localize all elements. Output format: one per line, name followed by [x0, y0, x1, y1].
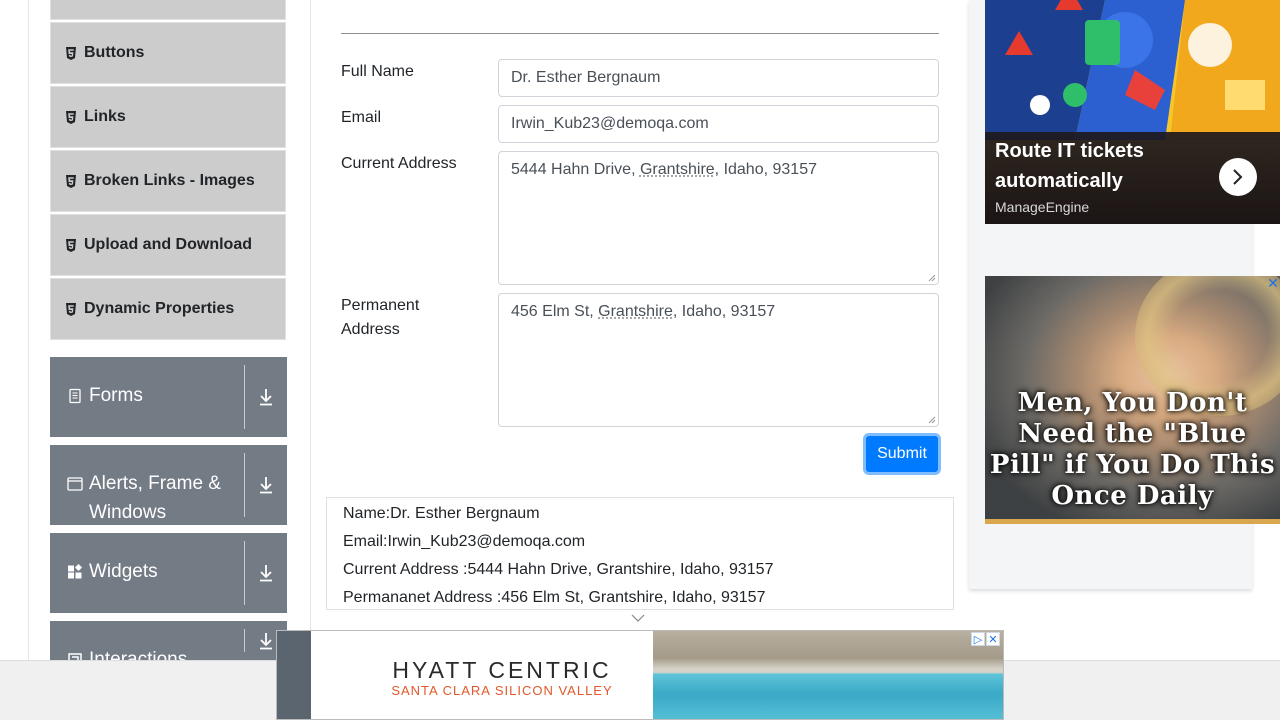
- output-current-address: Current Address :5444 Hahn Drive, Grants…: [343, 561, 774, 578]
- email-value: Irwin_Kub23@demoqa.com: [511, 115, 709, 132]
- download-arrow-icon: [260, 389, 272, 406]
- divider: [341, 33, 939, 34]
- full-name-value: Dr. Esther Bergnaum: [511, 69, 661, 86]
- chevron-right-icon: [1233, 169, 1243, 185]
- pool-photo: [653, 631, 1003, 719]
- interactions-icon: [68, 653, 82, 660]
- sidebar-item-buttons[interactable]: Buttons: [50, 22, 286, 84]
- email-input[interactable]: Irwin_Kub23@demoqa.com: [498, 105, 939, 143]
- sidebar-group-label: Forms: [89, 385, 143, 406]
- html5-icon: [66, 174, 76, 188]
- expand-button[interactable]: [245, 445, 287, 525]
- full-name-input[interactable]: Dr. Esther Bergnaum: [498, 59, 939, 97]
- html5-icon: [66, 46, 76, 60]
- submit-button[interactable]: Submit: [863, 433, 941, 475]
- sidebar-item-label: Links: [84, 108, 126, 125]
- sidebar-item-partial[interactable]: [50, 0, 286, 20]
- sidebar-item-label: Upload and Download: [84, 236, 252, 253]
- ad-headline: Route IT tickets automatically: [995, 140, 1144, 192]
- widgets-icon: [68, 564, 83, 579]
- output-box: Name:Dr. Esther Bergnaum Email:Irwin_Kub…: [326, 497, 954, 610]
- window-icon: [67, 477, 83, 491]
- email-label: Email: [341, 109, 382, 126]
- close-icon[interactable]: ✕: [1266, 276, 1280, 290]
- sidebar-group-label: Interactions: [89, 649, 188, 660]
- sidebar-item-broken-links[interactable]: Broken Links - Images: [50, 150, 286, 212]
- output-permanent-address: Permananet Address :456 Elm St, Grantshi…: [343, 589, 766, 606]
- close-icon[interactable]: ✕: [986, 632, 1000, 646]
- sidebar-item-upload-download[interactable]: Upload and Download: [50, 214, 286, 276]
- expand-button[interactable]: [245, 357, 287, 437]
- output-name: Name:Dr. Esther Bergnaum: [343, 505, 540, 522]
- expand-button[interactable]: [245, 533, 287, 613]
- sidebar-group-widgets[interactable]: Widgets: [50, 533, 287, 613]
- ad-bottom-bar: [985, 519, 1280, 524]
- download-arrow-icon: [260, 565, 272, 582]
- output-email: Email:Irwin_Kub23@demoqa.com: [343, 533, 586, 550]
- ad-brand: ManageEngine: [995, 199, 1090, 215]
- html5-icon: [66, 238, 76, 252]
- permanent-address-label: Permanent Address: [341, 297, 420, 338]
- permanent-address-value: 456 Elm St, Grantshire, Idaho, 93157: [511, 303, 776, 320]
- current-address-value: 5444 Hahn Drive, Grantshire, Idaho, 9315…: [511, 161, 817, 178]
- sidebar-group-label: Widgets: [89, 561, 158, 582]
- ad-text: Men, You Don't Need the "Blue Pill" if Y…: [989, 388, 1276, 511]
- download-arrow-icon: [260, 632, 272, 649]
- sidebar-item-dynamic-properties[interactable]: Dynamic Properties: [50, 278, 286, 340]
- sidebar-group-label: Alerts, Frame & Windows: [89, 473, 221, 523]
- permanent-address-textarea[interactable]: 456 Elm St, Grantshire, Idaho, 93157: [498, 293, 939, 427]
- content-border: [310, 0, 311, 660]
- manageengine-ad[interactable]: Route IT tickets automatically ManageEng…: [985, 0, 1280, 224]
- sidebar-group-interactions[interactable]: Interactions: [50, 621, 287, 660]
- stamp-edge: [277, 631, 311, 719]
- sidebar-item-label: Dynamic Properties: [84, 300, 235, 317]
- pill-ad[interactable]: Men, You Don't Need the "Blue Pill" if Y…: [985, 276, 1280, 524]
- resize-handle-icon[interactable]: [928, 416, 936, 424]
- current-address-label: Current Address: [341, 155, 457, 172]
- full-name-label: Full Name: [341, 63, 414, 80]
- resize-handle-icon[interactable]: [928, 274, 936, 282]
- document-icon: [69, 388, 81, 404]
- html5-icon: [66, 302, 76, 316]
- next-button[interactable]: [1219, 158, 1257, 196]
- download-arrow-icon: [260, 477, 272, 494]
- ad-choices[interactable]: ▷ ✕: [971, 632, 1000, 646]
- sidebar-item-label: Broken Links - Images: [84, 172, 255, 189]
- sidebar-item-label: Buttons: [84, 44, 145, 61]
- current-address-textarea[interactable]: 5444 Hahn Drive, Grantshire, Idaho, 9315…: [498, 151, 939, 285]
- sidebar-border: [28, 0, 29, 660]
- sidebar-group-forms[interactable]: Forms: [50, 357, 287, 437]
- chevron-down-icon[interactable]: [631, 613, 645, 623]
- adchoices-icon[interactable]: ▷: [971, 632, 985, 646]
- sidebar-group-alerts[interactable]: Alerts, Frame & Windows: [50, 445, 287, 525]
- hyatt-banner-ad[interactable]: HYATT CENTRIC SANTA CLARA SILICON VALLEY…: [276, 630, 1004, 720]
- html5-icon: [66, 110, 76, 124]
- sidebar-item-links[interactable]: Links: [50, 86, 286, 148]
- hyatt-logo: HYATT CENTRIC SANTA CLARA SILICON VALLEY: [391, 657, 613, 698]
